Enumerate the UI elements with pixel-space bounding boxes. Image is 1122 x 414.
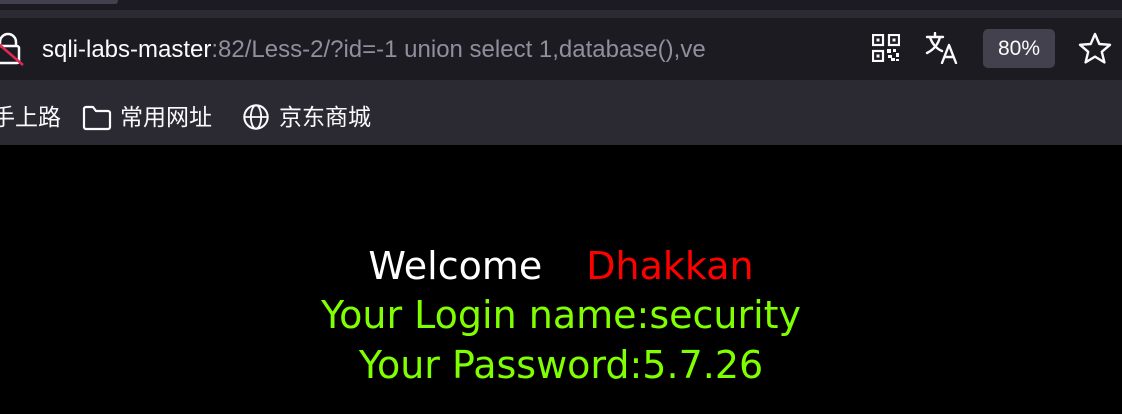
password-line: Your Password:5.7.26 — [358, 343, 764, 387]
welcome-text: Welcome — [368, 244, 543, 288]
url-path: :82/Less-2/?id=-1 union select 1,databas… — [211, 36, 706, 63]
bookmark-label: 京东商城 — [279, 105, 371, 131]
browser-chrome: sqli-labs-master:82/Less-2/?id=-1 union … — [0, 0, 1122, 145]
bookmark-item-0[interactable]: 手上路 — [0, 92, 61, 144]
url-text[interactable]: sqli-labs-master:82/Less-2/?id=-1 union … — [42, 32, 858, 68]
insecure-lock-icon[interactable] — [0, 32, 24, 66]
login-name-line: Your Login name:security — [320, 293, 802, 337]
translate-icon[interactable] — [925, 32, 959, 64]
bookmark-label: 常用网址 — [120, 105, 212, 131]
bookmarks-toolbar: 手上路 常用网址 京东商城 — [0, 92, 1122, 144]
bookmark-star-icon[interactable] — [1078, 32, 1112, 66]
folder-icon — [82, 105, 112, 131]
page-content: Welcome Dhakkan Your Login name:security … — [0, 145, 1122, 414]
bookmark-item-jd[interactable]: 京东商城 — [241, 92, 371, 144]
globe-icon — [243, 104, 269, 130]
zoom-level-button[interactable]: 80% — [983, 29, 1055, 68]
user-name: Dhakkan — [586, 244, 754, 288]
tab[interactable] — [0, 0, 118, 4]
bookmark-label: 手上路 — [0, 105, 61, 131]
bookmark-folder-item[interactable]: 常用网址 — [82, 92, 212, 144]
qr-code-icon[interactable] — [872, 34, 900, 62]
tab-strip — [0, 0, 1122, 10]
url-host: sqli-labs-master — [42, 36, 212, 63]
welcome-line: Welcome Dhakkan — [0, 242, 1122, 290]
url-fade — [820, 32, 860, 68]
